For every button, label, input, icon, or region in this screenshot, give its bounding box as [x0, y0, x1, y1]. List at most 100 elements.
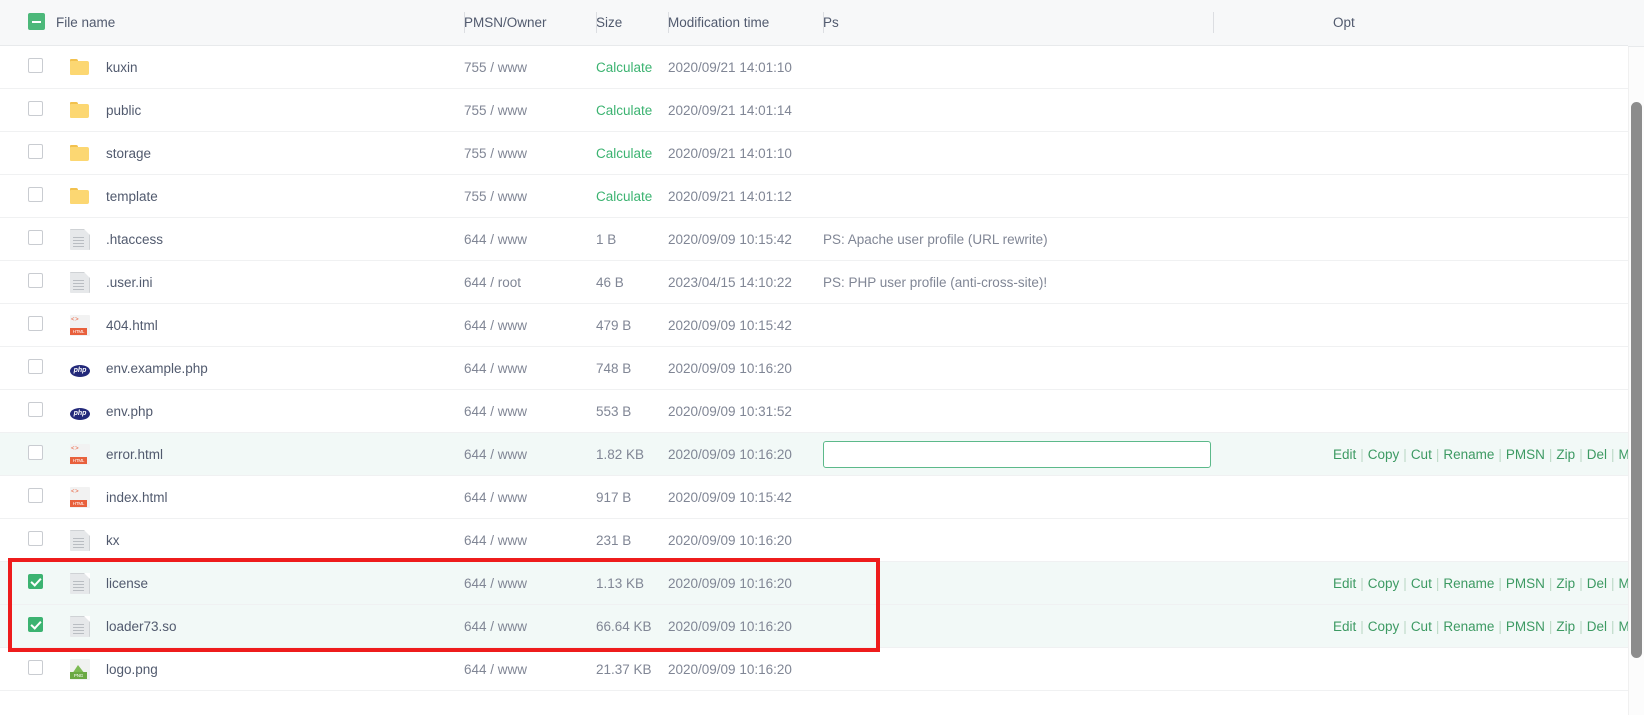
pmsn-owner-cell[interactable]: 644 / www	[464, 346, 596, 390]
action-zip-link[interactable]: Zip	[1556, 576, 1575, 591]
file-name-label[interactable]: kx	[106, 533, 120, 548]
file-name-label[interactable]: kuxin	[106, 60, 138, 75]
table-row[interactable]: storage 755 / www Calculate 2020/09/21 14:0…	[0, 131, 1628, 175]
vertical-scrollbar[interactable]	[1628, 46, 1644, 715]
action-rename-link[interactable]: Rename	[1443, 576, 1494, 591]
file-name-label[interactable]: env.php	[106, 404, 153, 419]
action-cut-link[interactable]: Cut	[1411, 576, 1432, 591]
row-checkbox[interactable]	[28, 359, 43, 374]
table-row[interactable]: kx 644 / www 231 B 2020/09/09 10:16:20	[0, 518, 1628, 562]
pmsn-owner-cell[interactable]: 644 / www	[464, 647, 596, 691]
calculate-size-link[interactable]: Calculate	[596, 131, 668, 175]
pmsn-owner-cell[interactable]: 755 / www	[464, 88, 596, 132]
table-row[interactable]: kuxin 755 / www Calculate 2020/09/21 14:01:…	[0, 45, 1628, 89]
action-edit-link[interactable]: Edit	[1333, 576, 1356, 591]
file-name-label[interactable]: index.html	[106, 490, 168, 505]
file-name-label[interactable]: logo.png	[106, 662, 158, 677]
calculate-size-link[interactable]: Calculate	[596, 45, 668, 89]
action-copy-link[interactable]: Copy	[1368, 619, 1400, 634]
row-checkbox[interactable]	[28, 187, 43, 202]
document-icon	[70, 529, 90, 551]
action-zip-link[interactable]: Zip	[1556, 447, 1575, 462]
file-name-label[interactable]: 404.html	[106, 318, 158, 333]
action-rename-link[interactable]: Rename	[1443, 619, 1494, 634]
row-checkbox[interactable]	[28, 101, 43, 116]
column-header-modification-time[interactable]: Modification time	[668, 0, 823, 46]
action-pmsn-link[interactable]: PMSN	[1506, 447, 1545, 462]
file-name-label[interactable]: .htaccess	[106, 232, 163, 247]
pmsn-owner-cell[interactable]: 644 / www	[464, 604, 596, 648]
action-edit-link[interactable]: Edit	[1333, 447, 1356, 462]
action-zip-link[interactable]: Zip	[1556, 619, 1575, 634]
table-row[interactable]: public 755 / www Calculate 2020/09/21 14:01…	[0, 88, 1628, 132]
action-cut-link[interactable]: Cut	[1411, 447, 1432, 462]
row-checkbox[interactable]	[28, 574, 43, 589]
file-name-cell: index.html	[56, 475, 464, 519]
file-name-label[interactable]: env.example.php	[106, 361, 208, 376]
action-del-link[interactable]: Del	[1587, 576, 1607, 591]
file-name-label[interactable]: storage	[106, 146, 151, 161]
file-name-label[interactable]: template	[106, 189, 158, 204]
row-checkbox[interactable]	[28, 402, 43, 417]
table-row[interactable]: 404.html 644 / www479 B2020/09/09 10:15:4…	[0, 303, 1628, 347]
pmsn-owner-cell[interactable]: 644 / www	[464, 518, 596, 562]
row-checkbox[interactable]	[28, 230, 43, 245]
row-checkbox[interactable]	[28, 273, 43, 288]
table-row[interactable]: env.example.php 644 / www748 B2020/09/09 …	[0, 346, 1628, 390]
row-checkbox[interactable]	[28, 144, 43, 159]
pmsn-owner-cell[interactable]: 644 / www	[464, 217, 596, 261]
row-checkbox[interactable]	[28, 660, 43, 675]
action-del-link[interactable]: Del	[1587, 447, 1607, 462]
file-name-label[interactable]: loader73.so	[106, 619, 177, 634]
table-row[interactable]: logo.png 644 / www21.37 KB2020/09/09 10:1…	[0, 647, 1628, 691]
action-copy-link[interactable]: Copy	[1368, 447, 1400, 462]
action-pmsn-link[interactable]: PMSN	[1506, 576, 1545, 591]
row-checkbox[interactable]	[28, 316, 43, 331]
action-copy-link[interactable]: Copy	[1368, 576, 1400, 591]
action-more-link[interactable]: More	[1618, 619, 1628, 634]
pmsn-owner-cell[interactable]: 755 / www	[464, 131, 596, 175]
action-edit-link[interactable]: Edit	[1333, 619, 1356, 634]
row-checkbox[interactable]	[28, 445, 43, 460]
action-rename-link[interactable]: Rename	[1443, 447, 1494, 462]
pmsn-owner-cell[interactable]: 644 / www	[464, 303, 596, 347]
file-name-label[interactable]: .user.ini	[106, 275, 153, 290]
table-row[interactable]: env.php 644 / www553 B2020/09/09 10:31:52	[0, 389, 1628, 433]
column-header-size[interactable]: Size	[596, 0, 668, 46]
column-header-file-name[interactable]: File name	[56, 0, 464, 46]
table-row[interactable]: .htaccess 644 / www 1 B 2020/09/09 10:15:42…	[0, 217, 1628, 261]
calculate-size-link[interactable]: Calculate	[596, 174, 668, 218]
table-row[interactable]: .user.ini 644 / root 46 B 2023/04/15 14:10:…	[0, 260, 1628, 304]
table-row[interactable]: loader73.so 644 / www 66.64 KB 2020/09/09 1…	[0, 604, 1628, 648]
action-pmsn-link[interactable]: PMSN	[1506, 619, 1545, 634]
table-row[interactable]: error.html 644 / www1.82 KB2020/09/09 10:…	[0, 432, 1628, 476]
file-name-label[interactable]: public	[106, 103, 141, 118]
pmsn-owner-cell[interactable]: 644 / www	[464, 475, 596, 519]
pmsn-owner-cell[interactable]: 644 / www	[464, 432, 596, 476]
ps-cell	[823, 475, 1213, 519]
column-header-pmsn-owner[interactable]: PMSN/Owner	[464, 0, 596, 46]
pmsn-owner-cell[interactable]: 755 / www	[464, 45, 596, 89]
rename-input[interactable]	[823, 440, 1211, 468]
row-checkbox[interactable]	[28, 531, 43, 546]
table-row[interactable]: template 755 / www Calculate 2020/09/21 14:…	[0, 174, 1628, 218]
select-all-checkbox[interactable]	[28, 12, 45, 30]
file-name-cell: 404.html	[56, 303, 464, 347]
pmsn-owner-cell[interactable]: 755 / www	[464, 174, 596, 218]
pmsn-owner-cell[interactable]: 644 / www	[464, 389, 596, 433]
file-name-label[interactable]: error.html	[106, 447, 163, 462]
row-checkbox[interactable]	[28, 617, 43, 632]
pmsn-owner-cell[interactable]: 644 / root	[464, 260, 596, 304]
pmsn-owner-cell[interactable]: 644 / www	[464, 561, 596, 605]
row-checkbox[interactable]	[28, 488, 43, 503]
action-del-link[interactable]: Del	[1587, 619, 1607, 634]
table-row[interactable]: license 644 / www 1.13 KB 2020/09/09 10:16:…	[0, 561, 1628, 605]
file-name-label[interactable]: license	[106, 576, 148, 591]
action-more-link[interactable]: More	[1618, 447, 1628, 462]
action-cut-link[interactable]: Cut	[1411, 619, 1432, 634]
action-more-link[interactable]: More	[1618, 576, 1628, 591]
vertical-scrollbar-thumb[interactable]	[1631, 102, 1642, 658]
table-row[interactable]: index.html 644 / www917 B2020/09/09 10:15…	[0, 475, 1628, 519]
row-checkbox[interactable]	[28, 58, 43, 73]
calculate-size-link[interactable]: Calculate	[596, 88, 668, 132]
